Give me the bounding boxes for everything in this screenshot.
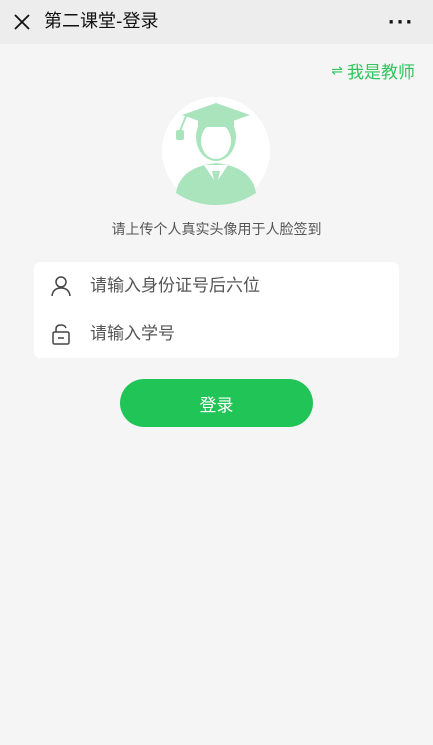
id-row xyxy=(34,262,399,310)
user-icon xyxy=(50,275,72,297)
close-button[interactable] xyxy=(12,12,32,32)
login-form xyxy=(34,262,399,358)
student-number-input[interactable] xyxy=(88,318,392,350)
switch-to-teacher-link[interactable]: ⇌ 我是教师 xyxy=(331,58,415,83)
graduate-avatar-icon xyxy=(162,97,270,205)
more-options-button[interactable]: ··· xyxy=(387,10,415,34)
switch-to-teacher-label: 我是教师 xyxy=(347,63,415,83)
id-number-input[interactable] xyxy=(88,270,392,302)
close-icon xyxy=(14,14,30,30)
upload-hint: 请上传个人真实头像用于人脸签到 xyxy=(111,222,322,238)
top-bar: 第二课堂-登录 ··· xyxy=(0,0,433,44)
switch-arrows-icon: ⇌ xyxy=(331,62,343,79)
page-title: 第二课堂-登录 xyxy=(44,11,159,32)
avatar[interactable] xyxy=(162,97,270,205)
lock-icon xyxy=(50,323,72,345)
login-button[interactable]: 登录 xyxy=(120,379,313,427)
student-no-row xyxy=(34,310,399,358)
